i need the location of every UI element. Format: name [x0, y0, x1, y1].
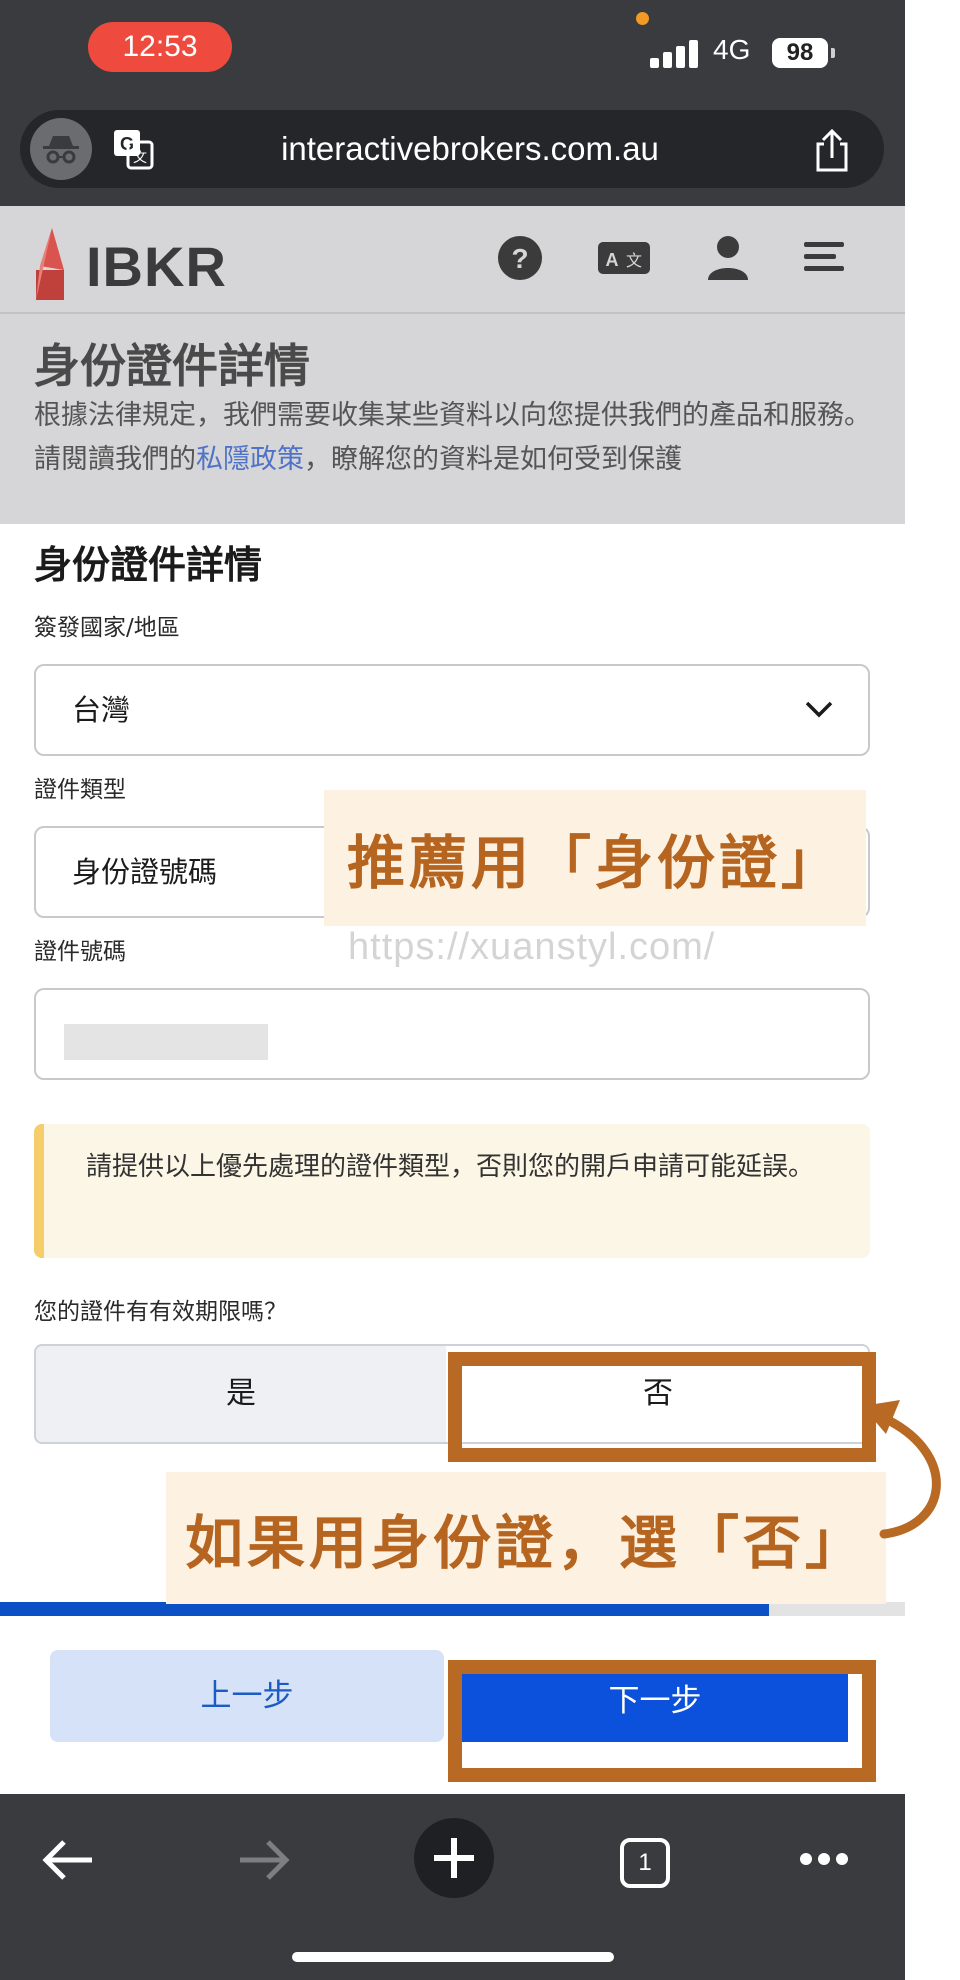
more-icon[interactable] — [800, 1852, 848, 1866]
signal-icon — [650, 38, 710, 68]
home-indicator — [292, 1952, 614, 1962]
forward-arrow-icon[interactable] — [236, 1838, 290, 1882]
incognito-icon[interactable] — [30, 118, 92, 180]
menu-icon[interactable] — [800, 232, 852, 284]
status-time: 12:53 — [88, 22, 232, 72]
phone-screen: 12:53 4G 98 G 文 interactivebrokers.com.a… — [0, 0, 905, 1980]
annotation-select-no: 如果用身份證，選「否」 — [166, 1472, 886, 1604]
new-tab-button[interactable] — [414, 1818, 494, 1898]
svg-text:文: 文 — [133, 150, 147, 166]
redacted-value — [64, 1024, 268, 1060]
language-icon[interactable]: A 文 — [596, 232, 652, 284]
network-type: 4G — [713, 34, 751, 65]
doc-number-label: 證件號碼 — [34, 939, 126, 965]
plus-icon — [434, 1838, 474, 1878]
user-icon[interactable] — [702, 232, 754, 284]
ibkr-logo-text[interactable]: IBKR — [86, 234, 227, 299]
highlight-next-button — [448, 1660, 876, 1782]
highlight-no-option — [448, 1352, 876, 1462]
country-select[interactable]: 台灣 — [34, 664, 870, 756]
site-header-overlay: IBKR ? A 文 身份證件詳情 根據法律規定，我們需要收集某些資料以向您提供… — [0, 206, 905, 524]
privacy-policy-link[interactable]: 私隱政策 — [196, 444, 304, 475]
prev-button[interactable]: 上一步 — [50, 1650, 444, 1742]
progress-bar — [0, 1602, 905, 1616]
svg-text:文: 文 — [626, 251, 642, 270]
chevron-down-icon — [805, 701, 833, 718]
back-arrow-icon[interactable] — [42, 1838, 96, 1882]
form-title: 身份證件詳情 — [34, 543, 263, 587]
annotation-curved-arrow — [862, 1400, 941, 1539]
expiry-yes-option[interactable]: 是 — [36, 1346, 446, 1442]
svg-text:A: A — [606, 250, 619, 270]
expiry-question: 您的證件有有效期限嗎？ — [34, 1299, 287, 1325]
help-icon[interactable]: ? — [494, 232, 546, 284]
ibkr-logo-mark — [36, 228, 64, 300]
battery-tip — [831, 48, 835, 58]
browser-address-area: G 文 interactivebrokers.com.au — [0, 100, 905, 206]
page-title: 身份證件詳情 — [34, 339, 310, 393]
browser-toolbar: 1 — [0, 1794, 905, 1980]
tab-switcher-button[interactable]: 1 — [620, 1838, 670, 1888]
address-bar[interactable]: G 文 interactivebrokers.com.au — [20, 110, 884, 188]
privacy-indicator-dot — [636, 12, 649, 25]
doc-type-value: 身份證號碼 — [72, 855, 218, 889]
description-text-end: ，瞭解您的資料是如何受到保護 — [304, 444, 682, 475]
svg-text:?: ? — [511, 243, 528, 274]
doc-number-input[interactable] — [34, 988, 870, 1080]
url-text[interactable]: interactivebrokers.com.au — [190, 110, 750, 188]
battery-level: 98 — [772, 38, 828, 68]
progress-fill — [0, 1602, 770, 1616]
country-value: 台灣 — [72, 693, 131, 727]
watermark: https://xuanstyl.com/ — [348, 926, 716, 968]
site-header: IBKR ? A 文 — [0, 206, 905, 314]
share-icon[interactable] — [812, 128, 852, 172]
annotation-recommend-id: 推薦用「身份證」 — [324, 790, 866, 926]
page-description: 根據法律規定，我們需要收集某些資料以向您提供我們的產品和服務。請閱讀我們的私隱政… — [34, 394, 874, 482]
doc-type-label: 證件類型 — [34, 777, 126, 803]
translate-icon[interactable]: G 文 — [112, 128, 154, 170]
country-label: 簽發國家/地區 — [34, 615, 180, 641]
status-bar: 12:53 4G 98 — [0, 0, 905, 100]
notice-banner: 請提供以上優先處理的證件類型，否則您的開戶申請可能延誤。 — [34, 1124, 870, 1258]
notice-text: 請提供以上優先處理的證件類型，否則您的開戶申請可能延誤。 — [86, 1152, 815, 1182]
